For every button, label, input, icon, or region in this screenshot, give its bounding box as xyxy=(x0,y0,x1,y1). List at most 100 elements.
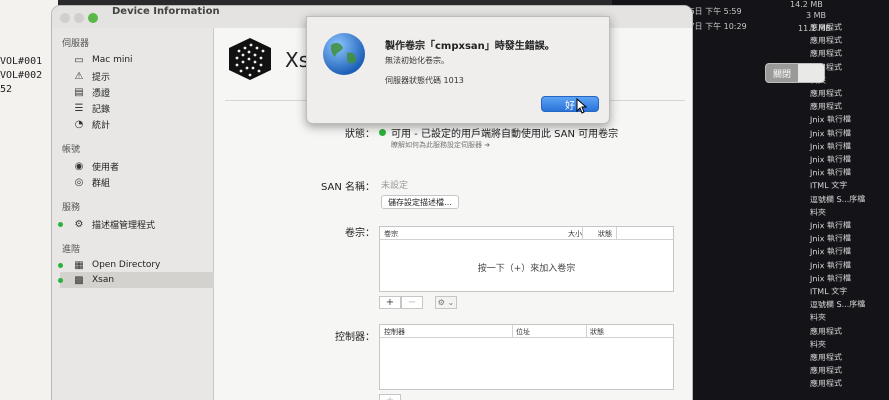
sidebar-item-mac-mini[interactable]: ▭ Mac mini xyxy=(66,52,211,68)
toggle-off-label: 關閉 xyxy=(766,64,798,82)
file-kind: Jnix 執行檔 xyxy=(809,167,852,178)
file-kind: 應用程式 xyxy=(809,22,843,33)
zoom-button[interactable] xyxy=(88,13,98,23)
service-toggle[interactable]: 關閉 xyxy=(765,63,825,83)
column-header-size[interactable]: 大小 xyxy=(568,229,582,239)
column-divider xyxy=(582,227,583,240)
sidebar-item-label: 統計 xyxy=(92,120,111,131)
terminal-line: 52 xyxy=(0,84,13,95)
profile-manager-icon: ⚙ xyxy=(74,218,84,230)
file-kind: 應用程式 xyxy=(809,88,843,99)
user-icon: ◉ xyxy=(74,160,84,172)
sidebar-header-advanced: 進階 xyxy=(62,245,81,255)
sidebar-item-xsan[interactable]: ▩ Xsan xyxy=(58,272,214,288)
volumes-table: 卷宗 大小 狀態 按一下（+）來加入卷宗 xyxy=(379,226,674,292)
running-indicator xyxy=(58,221,63,227)
file-kind: ITML 文字 xyxy=(809,286,848,297)
sidebar-item-open-directory[interactable]: ▦ Open Directory xyxy=(58,257,211,273)
sidebar-item-groups[interactable]: ◎ 群組 xyxy=(66,174,211,190)
column-header-status[interactable]: 狀態 xyxy=(598,229,612,239)
add-controller-button[interactable]: + xyxy=(379,394,401,400)
column-divider xyxy=(586,325,587,338)
sidebar-item-label: 提示 xyxy=(92,72,111,83)
save-profile-button[interactable]: 儲存設定描述檔… xyxy=(381,195,459,209)
sidebar-item-label: 群組 xyxy=(92,178,111,189)
running-indicator xyxy=(58,262,63,268)
sidebar-item-profile-manager[interactable]: ⚙ 描述檔管理程式 xyxy=(58,216,211,232)
file-kind: 應用程式 xyxy=(809,379,843,389)
sidebar-header-accounts: 帳號 xyxy=(62,145,81,155)
file-kind: Jnix 執行檔 xyxy=(809,273,852,284)
volume-actions-gear-button[interactable]: ⚙ ⌄ xyxy=(435,296,457,309)
file-kind: 應用程式 xyxy=(809,352,843,363)
status-message: 可用 - 已設定的用戶端將自動使用此 SAN 可用卷宗 xyxy=(391,129,619,140)
file-kind: Jnix 執行檔 xyxy=(809,154,852,165)
file-kind: ITML 文字 xyxy=(809,181,848,191)
alert-icon: ⚠ xyxy=(74,70,84,82)
column-header-controller[interactable]: 控制器 xyxy=(384,327,405,337)
sidebar-item-label: 使用者 xyxy=(92,162,120,173)
alert-status-code: 伺服器狀態代碼 1013 xyxy=(385,76,464,85)
file-kind: Jnix 執行檔 xyxy=(809,260,852,270)
sidebar-header-services: 服務 xyxy=(62,203,81,213)
file-kind: 應用程式 xyxy=(809,365,843,376)
sidebar-item-label: Xsan xyxy=(92,275,115,285)
file-kind: 料夾 xyxy=(809,339,827,349)
file-size: 3 MB xyxy=(806,11,827,20)
error-alert-sheet: 製作卷宗「cmpxsan」時發生錯誤。 無法初始化卷宗。 伺服器狀態代碼 101… xyxy=(306,16,610,124)
column-header-status[interactable]: 狀態 xyxy=(590,327,604,337)
sidebar-item-alerts[interactable]: ⚠ 提示 xyxy=(66,68,211,84)
sidebar-item-label: Mac mini xyxy=(92,55,133,65)
file-kind: 應用程式 xyxy=(809,326,843,336)
sidebar-item-label: 記錄 xyxy=(92,104,111,115)
controllers-label: 控制器： xyxy=(335,332,375,343)
sidebar-item-stats[interactable]: ◔ 統計 xyxy=(66,116,211,132)
sidebar-item-label: 描述檔管理程式 xyxy=(92,220,156,231)
column-header-volume[interactable]: 卷宗 xyxy=(384,229,398,239)
sidebar-header-server: 伺服器 xyxy=(62,39,90,49)
sidebar-item-users[interactable]: ◉ 使用者 xyxy=(66,158,211,174)
arrow-link-icon: ➜ xyxy=(484,141,491,149)
file-kind: Jnix 執行檔 xyxy=(809,220,852,231)
file-kind: Jnix 執行檔 xyxy=(809,128,852,138)
file-kind: Jnix 執行檔 xyxy=(809,141,852,152)
status-label: 狀態： xyxy=(345,129,375,140)
status-help-link[interactable]: 瞭解如何為此服務設定伺服器 ➜ xyxy=(391,140,490,150)
column-header-address[interactable]: 位址 xyxy=(516,327,530,337)
minimize-button[interactable] xyxy=(74,13,84,23)
alert-message: 無法初始化卷宗。 xyxy=(385,56,449,65)
mac-mini-icon: ▭ xyxy=(74,54,84,66)
status-text: 可用 - 已設定的用戶端將自動使用此 SAN 可用卷宗 xyxy=(379,125,618,140)
ok-button[interactable]: 好 xyxy=(541,96,599,112)
xsan-cube-icon xyxy=(229,38,271,80)
group-icon: ◎ xyxy=(74,176,84,188)
file-size: 14.2 MB xyxy=(790,0,823,9)
file-kind: 料夾 xyxy=(809,313,827,323)
remove-volume-button[interactable]: − xyxy=(401,296,423,309)
log-icon: ☰ xyxy=(74,102,84,114)
sidebar: 伺服器 ▭ Mac mini ⚠ 提示 ▤ 憑證 ☰ 記錄 ◔ 統計 帳號 ◉ … xyxy=(52,28,214,400)
file-kind: 應用程式 xyxy=(809,49,843,59)
window-title: Device Information xyxy=(112,6,220,17)
san-name-label: SAN 名稱： xyxy=(320,182,375,193)
volumes-table-header: 卷宗 大小 狀態 xyxy=(380,227,673,240)
globe-icon xyxy=(323,33,365,75)
open-directory-icon: ▦ xyxy=(74,259,84,271)
volumes-empty-message: 按一下（+）來加入卷宗 xyxy=(477,264,576,274)
close-button[interactable] xyxy=(60,13,70,23)
column-divider xyxy=(512,325,513,338)
sidebar-item-logs[interactable]: ☰ 記錄 xyxy=(66,100,211,116)
file-kind: 應用程式 xyxy=(809,35,843,46)
terminal-line: VOL#002 xyxy=(0,70,43,81)
san-name-value: 未設定 xyxy=(381,181,409,191)
file-kind: 逗號欄 S...序檔 xyxy=(809,194,866,205)
file-kind: Jnix 執行檔 xyxy=(809,247,852,257)
status-help-text: 瞭解如何為此服務設定伺服器 xyxy=(391,141,482,149)
alert-title: 製作卷宗「cmpxsan」時發生錯誤。 xyxy=(385,41,555,52)
running-indicator xyxy=(58,277,63,283)
sidebar-item-certificates[interactable]: ▤ 憑證 xyxy=(66,84,211,100)
xsan-icon: ▩ xyxy=(74,274,84,286)
sidebar-item-label: Open Directory xyxy=(92,260,161,270)
add-volume-button[interactable]: + xyxy=(379,296,401,309)
controllers-table-header: 控制器 位址 狀態 xyxy=(380,325,673,338)
